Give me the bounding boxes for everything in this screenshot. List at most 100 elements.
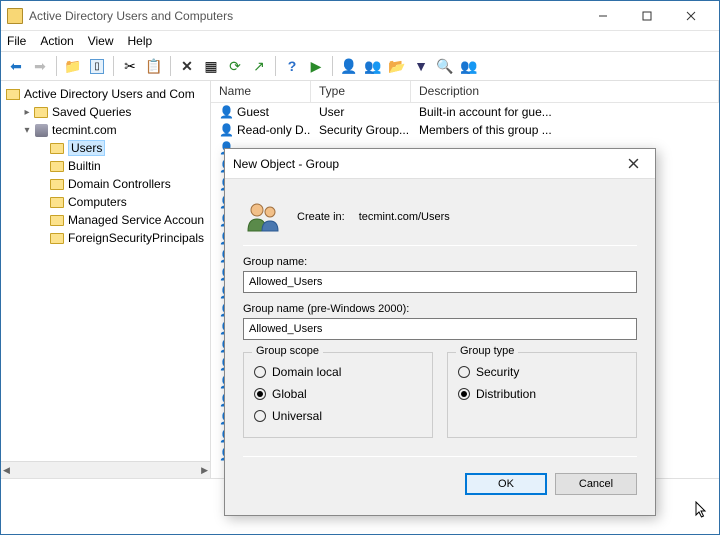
group-name-input[interactable]	[243, 271, 637, 293]
tree-item[interactable]: ▾ tecmint.com	[1, 121, 210, 139]
folder-icon	[49, 141, 65, 155]
menu-action[interactable]: Action	[40, 34, 73, 48]
group-scope-legend: Group scope	[252, 345, 323, 357]
tree-item-label: Users	[68, 140, 105, 156]
scope-option[interactable]: Global	[254, 383, 422, 405]
cut-button[interactable]: ✂	[119, 55, 141, 77]
tree-item-label: Builtin	[68, 159, 101, 173]
group-type-fieldset: Group type SecurityDistribution	[447, 352, 637, 438]
cancel-button[interactable]: Cancel	[555, 473, 637, 495]
menu-view[interactable]: View	[88, 34, 114, 48]
tree-item[interactable]: Computers	[1, 193, 210, 211]
type-option[interactable]: Distribution	[458, 383, 626, 405]
scope-option[interactable]: Domain local	[254, 361, 422, 383]
scroll-right-icon[interactable]: ▶	[201, 465, 208, 476]
title-bar: Active Directory Users and Computers	[1, 1, 719, 31]
radio-label: Distribution	[476, 387, 536, 401]
folder-icon	[49, 231, 65, 245]
tree-item-label: ForeignSecurityPrincipals	[68, 231, 204, 245]
radio-label: Domain local	[272, 365, 341, 379]
dialog-titlebar: New Object - Group	[225, 149, 655, 179]
minimize-button[interactable]	[581, 2, 625, 30]
tree-hscroll[interactable]: ◀ ▶	[1, 461, 210, 478]
group-scope-fieldset: Group scope Domain localGlobalUniversal	[243, 352, 433, 438]
ad-root-icon	[5, 87, 21, 101]
find-button[interactable]: 🔍	[434, 55, 456, 77]
expander-icon[interactable]: ▾	[21, 125, 33, 136]
group-type-legend: Group type	[456, 345, 518, 357]
window-title: Active Directory Users and Computers	[29, 9, 581, 23]
run-button[interactable]: ▶	[305, 55, 327, 77]
create-in-path: tecmint.com/Users	[359, 211, 450, 223]
filter-button[interactable]: ▼	[410, 55, 432, 77]
row-type: User	[311, 105, 411, 119]
group-name-pre-label: Group name (pre-Windows 2000):	[243, 303, 637, 315]
domain-icon	[33, 123, 49, 137]
radio-label: Global	[272, 387, 307, 401]
row-name: Guest	[237, 105, 269, 119]
maximize-button[interactable]	[625, 2, 669, 30]
radio-icon	[254, 366, 266, 378]
tree-pane[interactable]: Active Directory Users and Com ▸ Saved Qu…	[1, 81, 211, 478]
tree-item[interactable]: ▸ Saved Queries	[1, 103, 210, 121]
tree-item[interactable]: Users	[1, 139, 210, 157]
col-desc[interactable]: Description	[411, 81, 719, 102]
folder-icon	[49, 213, 65, 227]
radio-icon	[458, 366, 470, 378]
list-row[interactable]: 👤Guest UserBuilt-in account for gue...	[211, 103, 719, 121]
new-ou-button[interactable]: 📂	[386, 55, 408, 77]
tree-item[interactable]: ForeignSecurityPrincipals	[1, 229, 210, 247]
tree-item[interactable]: Domain Controllers	[1, 175, 210, 193]
radio-label: Universal	[272, 409, 322, 423]
toolbar: ⬅ ➡ 📁 ▯ ✂ 📋 ✕ ▦ ⟳ ↗ ? ▶ 👤 👥 📂 ▼ 🔍 👥	[1, 51, 719, 81]
user-icon: 👤	[219, 123, 235, 137]
properties-button[interactable]: ▦	[200, 55, 222, 77]
create-in-label: Create in:	[297, 211, 345, 223]
forward-button[interactable]: ➡	[29, 55, 51, 77]
row-name: Read-only D...	[237, 123, 311, 137]
add-to-group-button[interactable]: 👥	[458, 55, 480, 77]
tree-item[interactable]: Managed Service Accoun	[1, 211, 210, 229]
radio-icon	[254, 410, 266, 422]
help-button[interactable]: ?	[281, 55, 303, 77]
group-name-label: Group name:	[243, 256, 637, 268]
scroll-left-icon[interactable]: ◀	[3, 465, 10, 476]
ok-button[interactable]: OK	[465, 473, 547, 495]
app-icon	[7, 8, 23, 24]
row-desc: Built-in account for gue...	[411, 105, 719, 119]
refresh-button[interactable]: ⟳	[224, 55, 246, 77]
folder-icon	[49, 195, 65, 209]
row-desc: Members of this group ...	[411, 123, 719, 137]
list-row[interactable]: 👤Read-only D...Security Group...Members …	[211, 121, 719, 139]
group-name-pre-input[interactable]	[243, 318, 637, 340]
new-group-dialog: New Object - Group Create in: tecmint.co…	[224, 148, 656, 516]
menu-file[interactable]: File	[7, 34, 26, 48]
up-button[interactable]: 📁	[62, 55, 84, 77]
show-hide-button[interactable]: ▯	[86, 55, 108, 77]
tree-root[interactable]: Active Directory Users and Com	[1, 85, 210, 103]
menu-help[interactable]: Help	[128, 34, 153, 48]
delete-button[interactable]: ✕	[176, 55, 198, 77]
new-user-button[interactable]: 👤	[338, 55, 360, 77]
copy-button[interactable]: 📋	[143, 55, 165, 77]
export-button[interactable]: ↗	[248, 55, 270, 77]
row-type: Security Group...	[311, 123, 411, 137]
cursor-icon	[695, 501, 709, 524]
tree-item[interactable]: Builtin	[1, 157, 210, 175]
radio-label: Security	[476, 365, 519, 379]
back-button[interactable]: ⬅	[5, 55, 27, 77]
folder-icon	[33, 105, 49, 119]
close-button[interactable]	[669, 2, 713, 30]
col-name[interactable]: Name	[211, 81, 311, 102]
type-option[interactable]: Security	[458, 361, 626, 383]
tree-item-label: Saved Queries	[52, 105, 131, 119]
scope-option[interactable]: Universal	[254, 405, 422, 427]
tree-item-label: tecmint.com	[52, 123, 117, 137]
radio-icon	[458, 388, 470, 400]
user-icon: 👤	[219, 105, 235, 119]
col-type[interactable]: Type	[311, 81, 411, 102]
expander-icon[interactable]: ▸	[21, 107, 33, 118]
dialog-close-button[interactable]	[619, 153, 647, 175]
new-group-button[interactable]: 👥	[362, 55, 384, 77]
folder-icon	[49, 177, 65, 191]
